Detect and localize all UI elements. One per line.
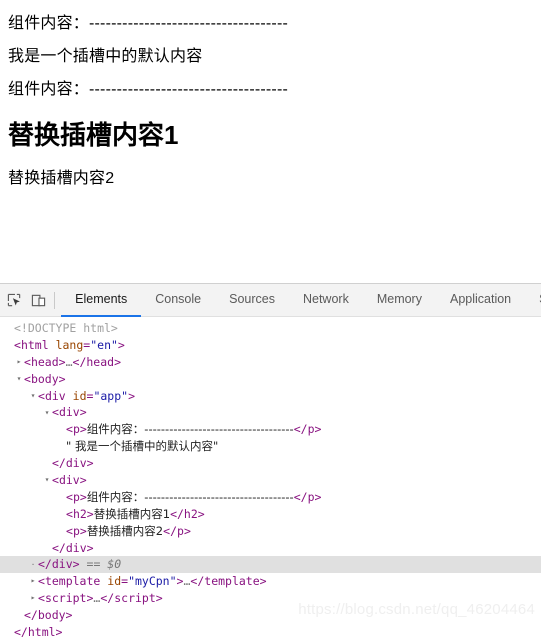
script-tag-name: script bbox=[44, 591, 87, 606]
toolbar-divider bbox=[54, 291, 56, 309]
dom-node-div-1-open[interactable]: ▾ <div> bbox=[0, 404, 541, 421]
dom-node-body-open[interactable]: ▾ <body> bbox=[0, 371, 541, 388]
devtools-tab-bar: Elements Console Sources Network Memory … bbox=[61, 284, 541, 317]
doctype-text: <!DOCTYPE html> bbox=[14, 321, 118, 335]
dom-node-template[interactable]: ▸ <template id="myCpn">…</template> bbox=[0, 573, 541, 590]
collapse-triangle-div-app[interactable]: ▾ bbox=[28, 388, 38, 405]
dom-node-div-app[interactable]: ▾ <div id="app"> bbox=[0, 388, 541, 405]
expand-triangle-template[interactable]: ▸ bbox=[28, 573, 38, 590]
slot-default-text: " 我是一个插槽中的默认内容" bbox=[66, 439, 219, 454]
collapse-triangle-body[interactable]: ▾ bbox=[14, 371, 24, 388]
head-ellipsis: … bbox=[65, 354, 73, 369]
devtools-toolbar: Elements Console Sources Network Memory … bbox=[0, 284, 541, 317]
dom-node-p-1[interactable]: ▸<p>组件内容：-------------------------------… bbox=[0, 421, 541, 438]
tab-network[interactable]: Network bbox=[289, 284, 363, 317]
devtools-panel: Elements Console Sources Network Memory … bbox=[0, 283, 541, 642]
dom-node-div-2-open[interactable]: ▾ <div> bbox=[0, 472, 541, 489]
p-2-text: 组件内容：-----------------------------------… bbox=[86, 489, 294, 504]
dom-node-html-open[interactable]: ▸<html lang="en"> bbox=[0, 337, 541, 354]
dom-node-head[interactable]: ▸ <head>…</head> bbox=[0, 354, 541, 371]
dom-node-div-1-close[interactable]: ▸</div> bbox=[0, 455, 541, 472]
dom-node-div-2-close[interactable]: ▸</div> bbox=[0, 540, 541, 557]
selected-node-ref: == $0 bbox=[86, 557, 122, 572]
component-content-line-1: 组件内容：-----------------------------------… bbox=[8, 15, 289, 32]
dom-node-h2[interactable]: ▸<h2>替换插槽内容1</h2> bbox=[0, 506, 541, 523]
dom-node-body-close[interactable]: ▸</body> bbox=[0, 607, 541, 624]
html-lang-attr-value: "en" bbox=[90, 337, 118, 352]
component-content-line-2: 组件内容：-----------------------------------… bbox=[8, 81, 289, 99]
tab-elements[interactable]: Elements bbox=[61, 284, 142, 317]
template-tag-name: template bbox=[44, 574, 101, 589]
div-app-id-attr-name: id bbox=[72, 388, 87, 403]
dom-node-doctype[interactable]: ▸<!DOCTYPE html> bbox=[0, 320, 541, 337]
tab-sources[interactable]: Sources bbox=[215, 284, 289, 317]
tab-memory[interactable]: Memory bbox=[363, 284, 436, 317]
tab-application[interactable]: Application bbox=[436, 284, 525, 317]
replaced-slot-paragraph: 替换插槽内容2 bbox=[8, 169, 115, 187]
device-toolbar-icon[interactable] bbox=[26, 287, 50, 314]
inspect-element-icon[interactable] bbox=[2, 287, 26, 314]
device-toolbar-icon-glyph bbox=[31, 294, 45, 306]
html-tag-name: html bbox=[20, 337, 49, 352]
p-1-text: 组件内容：-----------------------------------… bbox=[86, 422, 294, 437]
collapse-triangle-div-2[interactable]: ▾ bbox=[42, 472, 52, 489]
rendered-page-content: 组件内容：-----------------------------------… bbox=[0, 0, 541, 283]
html-close-text: </html> bbox=[14, 625, 63, 640]
tab-console[interactable]: Console bbox=[141, 284, 215, 317]
html-lang-attr-name: lang bbox=[55, 337, 84, 352]
tab-security[interactable]: Security bbox=[525, 284, 541, 317]
p-3-text: 替换插槽内容2 bbox=[86, 523, 164, 538]
div-app-id-attr-value: "app" bbox=[93, 388, 129, 403]
dom-node-html-close[interactable]: ▸</html> bbox=[0, 624, 541, 641]
dom-node-div-app-close-selected[interactable]: · </div> == $0 bbox=[0, 556, 541, 574]
dom-node-p-3[interactable]: ▸<p>替换插槽内容2</p> bbox=[0, 523, 541, 540]
dom-tree[interactable]: ▸<!DOCTYPE html> ▸<html lang="en"> ▸<hea… bbox=[0, 317, 541, 642]
body-close-text: </body> bbox=[24, 608, 73, 623]
template-id-attr-value: "myCpn" bbox=[128, 574, 177, 589]
template-id-attr-name: id bbox=[107, 574, 122, 589]
replaced-slot-heading: 替换插槽内容1 bbox=[8, 119, 179, 150]
collapse-triangle-div-1[interactable]: ▾ bbox=[42, 405, 52, 422]
selected-node-marker: · bbox=[30, 559, 36, 569]
expand-triangle-head[interactable]: ▸ bbox=[14, 354, 24, 371]
inspect-element-icon-glyph bbox=[7, 293, 20, 306]
dom-node-script[interactable]: ▸ <script>…</script> bbox=[0, 590, 541, 607]
slot-default-content-line: 我是一个插槽中的默认内容 bbox=[8, 48, 203, 66]
h2-text: 替换插槽内容1 bbox=[93, 506, 171, 521]
dom-node-text-slot-default[interactable]: ▸" 我是一个插槽中的默认内容" bbox=[0, 438, 541, 455]
dom-node-p-2[interactable]: ▸<p>组件内容：-------------------------------… bbox=[0, 489, 541, 506]
expand-triangle-script[interactable]: ▸ bbox=[28, 590, 38, 607]
div-app-tag-name: div bbox=[44, 388, 66, 403]
